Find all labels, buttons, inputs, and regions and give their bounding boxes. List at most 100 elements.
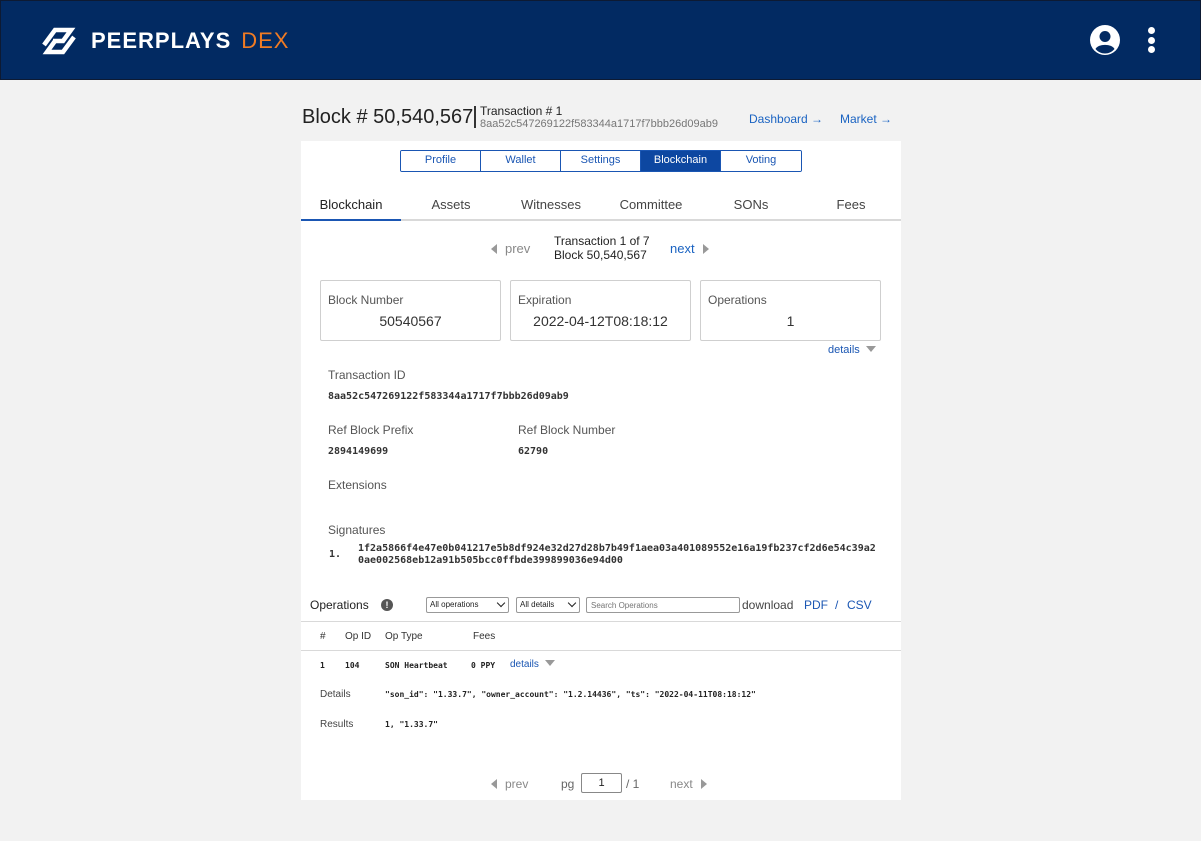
subtab-fees[interactable]: Fees bbox=[801, 191, 901, 221]
prev-page-button[interactable]: prev bbox=[491, 777, 528, 791]
subtab-blockchain[interactable]: Blockchain bbox=[301, 191, 401, 221]
transaction-id-label: Transaction ID bbox=[328, 368, 406, 382]
title-separator bbox=[474, 106, 476, 128]
transaction-title: Transaction # 1 bbox=[480, 104, 563, 118]
column-header: # bbox=[320, 631, 326, 642]
top-bar: PEERPLAYS DEX bbox=[0, 0, 1201, 80]
subtab-sons[interactable]: SONs bbox=[701, 191, 801, 221]
next-page-button[interactable]: next bbox=[670, 777, 707, 791]
tab-voting[interactable]: Voting bbox=[721, 151, 801, 171]
prev-page-label: prev bbox=[505, 777, 529, 791]
pager-position: Transaction 1 of 7 Block 50,540,567 bbox=[554, 234, 650, 262]
info-icon[interactable]: ! bbox=[381, 599, 393, 611]
chevron-left-icon bbox=[491, 779, 497, 789]
operations-filter-select[interactable]: All operations bbox=[426, 597, 509, 613]
operation-number: 1 bbox=[320, 661, 325, 670]
page-header: Block # 50,540,567 Transaction # 1 8aa52… bbox=[302, 104, 902, 134]
chevron-down-icon bbox=[567, 598, 577, 608]
chevron-right-icon bbox=[702, 244, 709, 254]
download-csv-link[interactable]: CSV bbox=[847, 598, 872, 612]
account-avatar-icon[interactable] bbox=[1090, 25, 1120, 55]
tab-settings[interactable]: Settings bbox=[561, 151, 641, 171]
pager-block-number: Block 50,540,567 bbox=[554, 248, 647, 262]
page-total: / 1 bbox=[626, 777, 640, 791]
stat-value: 1 bbox=[786, 313, 795, 329]
operations-table-header: # Op ID Op Type Fees bbox=[301, 621, 901, 651]
details-toggle-label: details bbox=[828, 344, 860, 356]
ref-block-prefix-value: 2894149699 bbox=[328, 446, 389, 457]
ref-block-number-label: Ref Block Number bbox=[518, 423, 616, 437]
download-pdf-link[interactable]: PDF bbox=[804, 598, 828, 612]
signatures-label: Signatures bbox=[328, 523, 386, 537]
results-row-label: Results bbox=[320, 719, 354, 730]
operation-details-label: details bbox=[510, 659, 539, 670]
ref-block-prefix-label: Ref Block Prefix bbox=[328, 423, 414, 437]
details-row-value: "son_id": "1.33.7", "owner_account": "1.… bbox=[385, 690, 756, 699]
pager-transaction-count: Transaction 1 of 7 bbox=[554, 234, 650, 248]
column-header: Op Type bbox=[385, 631, 423, 642]
transaction-pager: prev Transaction 1 of 7 Block 50,540,567… bbox=[486, 233, 726, 263]
operations-toolbar: Operations ! All operations All details … bbox=[310, 595, 890, 617]
subtab-witnesses[interactable]: Witnesses bbox=[501, 191, 601, 221]
stat-label: Block Number bbox=[328, 293, 404, 307]
operations-title: Operations bbox=[310, 598, 369, 612]
prev-label: prev bbox=[505, 241, 531, 256]
tab-profile[interactable]: Profile bbox=[401, 151, 481, 171]
transaction-id-value: 8aa52c547269122f583344a1717f7bbb26d09ab9 bbox=[328, 391, 569, 402]
page-label: pg bbox=[561, 777, 575, 791]
caret-down-icon bbox=[865, 346, 876, 352]
signature-value: 1f2a5866f4e47e0b041217e5b8df924e32d27d28… bbox=[358, 543, 876, 566]
search-operations-input[interactable] bbox=[586, 597, 740, 613]
subtab-committee[interactable]: Committee bbox=[601, 191, 701, 221]
stat-label: Operations bbox=[708, 293, 767, 307]
stat-operations: Operations 1 bbox=[700, 280, 881, 341]
market-link[interactable]: Market → bbox=[840, 112, 892, 126]
dashboard-link[interactable]: Dashboard → bbox=[749, 112, 823, 126]
transaction-hash: 8aa52c547269122f583344a1717f7bbb26d09ab9 bbox=[480, 118, 718, 130]
results-row-value: 1, "1.33.7" bbox=[385, 720, 438, 729]
caret-down-icon bbox=[544, 660, 555, 666]
tab-blockchain[interactable]: Blockchain bbox=[641, 151, 721, 171]
operation-type: SON Heartbeat bbox=[385, 661, 448, 670]
brand-name: PEERPLAYS bbox=[91, 28, 232, 53]
download-label: download bbox=[742, 598, 794, 612]
download-separator: / bbox=[835, 598, 839, 612]
details-toggle[interactable]: details bbox=[828, 344, 876, 356]
next-label: next bbox=[670, 241, 695, 256]
details-filter-value: All details bbox=[520, 600, 555, 609]
blockchain-sub-tabs: Blockchain Assets Witnesses Committee SO… bbox=[301, 191, 901, 221]
top-actions bbox=[1090, 25, 1156, 55]
chevron-right-icon bbox=[700, 779, 707, 789]
main-card: Profile Wallet Settings Blockchain Votin… bbox=[301, 141, 901, 800]
main-tabs: Profile Wallet Settings Blockchain Votin… bbox=[400, 150, 802, 172]
column-header: Op ID bbox=[345, 631, 372, 642]
operation-id: 104 bbox=[345, 661, 360, 670]
details-row-label: Details bbox=[320, 689, 351, 700]
page-number-input[interactable] bbox=[581, 773, 622, 793]
subtab-assets[interactable]: Assets bbox=[401, 191, 501, 221]
more-menu-icon[interactable] bbox=[1146, 25, 1156, 55]
brand-suffix: DEX bbox=[241, 28, 290, 53]
app-logo[interactable]: PEERPLAYS DEX bbox=[41, 25, 290, 57]
ref-block-number-value: 62790 bbox=[518, 446, 549, 457]
stat-value: 2022-04-12T08:18:12 bbox=[533, 313, 668, 329]
chevron-left-icon bbox=[491, 244, 497, 254]
prev-transaction-button[interactable]: prev bbox=[491, 241, 530, 256]
stat-expiration: Expiration 2022-04-12T08:18:12 bbox=[510, 280, 691, 341]
operations-filter-value: All operations bbox=[430, 600, 479, 609]
stat-value: 50540567 bbox=[379, 313, 442, 329]
next-page-label: next bbox=[670, 777, 693, 791]
block-title: Block # 50,540,567 bbox=[302, 106, 474, 128]
operation-details-toggle[interactable]: details bbox=[510, 659, 555, 670]
chevron-down-icon bbox=[496, 598, 506, 608]
operations-pager: prev pg / 1 next bbox=[301, 773, 901, 795]
signature-index: 1. bbox=[329, 549, 342, 560]
extensions-label: Extensions bbox=[328, 478, 387, 492]
peerplays-logo-icon bbox=[42, 27, 76, 55]
tab-wallet[interactable]: Wallet bbox=[481, 151, 561, 171]
stat-block-number: Block Number 50540567 bbox=[320, 280, 501, 341]
next-transaction-button[interactable]: next bbox=[670, 241, 709, 256]
column-header: Fees bbox=[473, 631, 496, 642]
operation-fee: 0 PPY bbox=[471, 661, 496, 670]
details-filter-select[interactable]: All details bbox=[516, 597, 580, 613]
